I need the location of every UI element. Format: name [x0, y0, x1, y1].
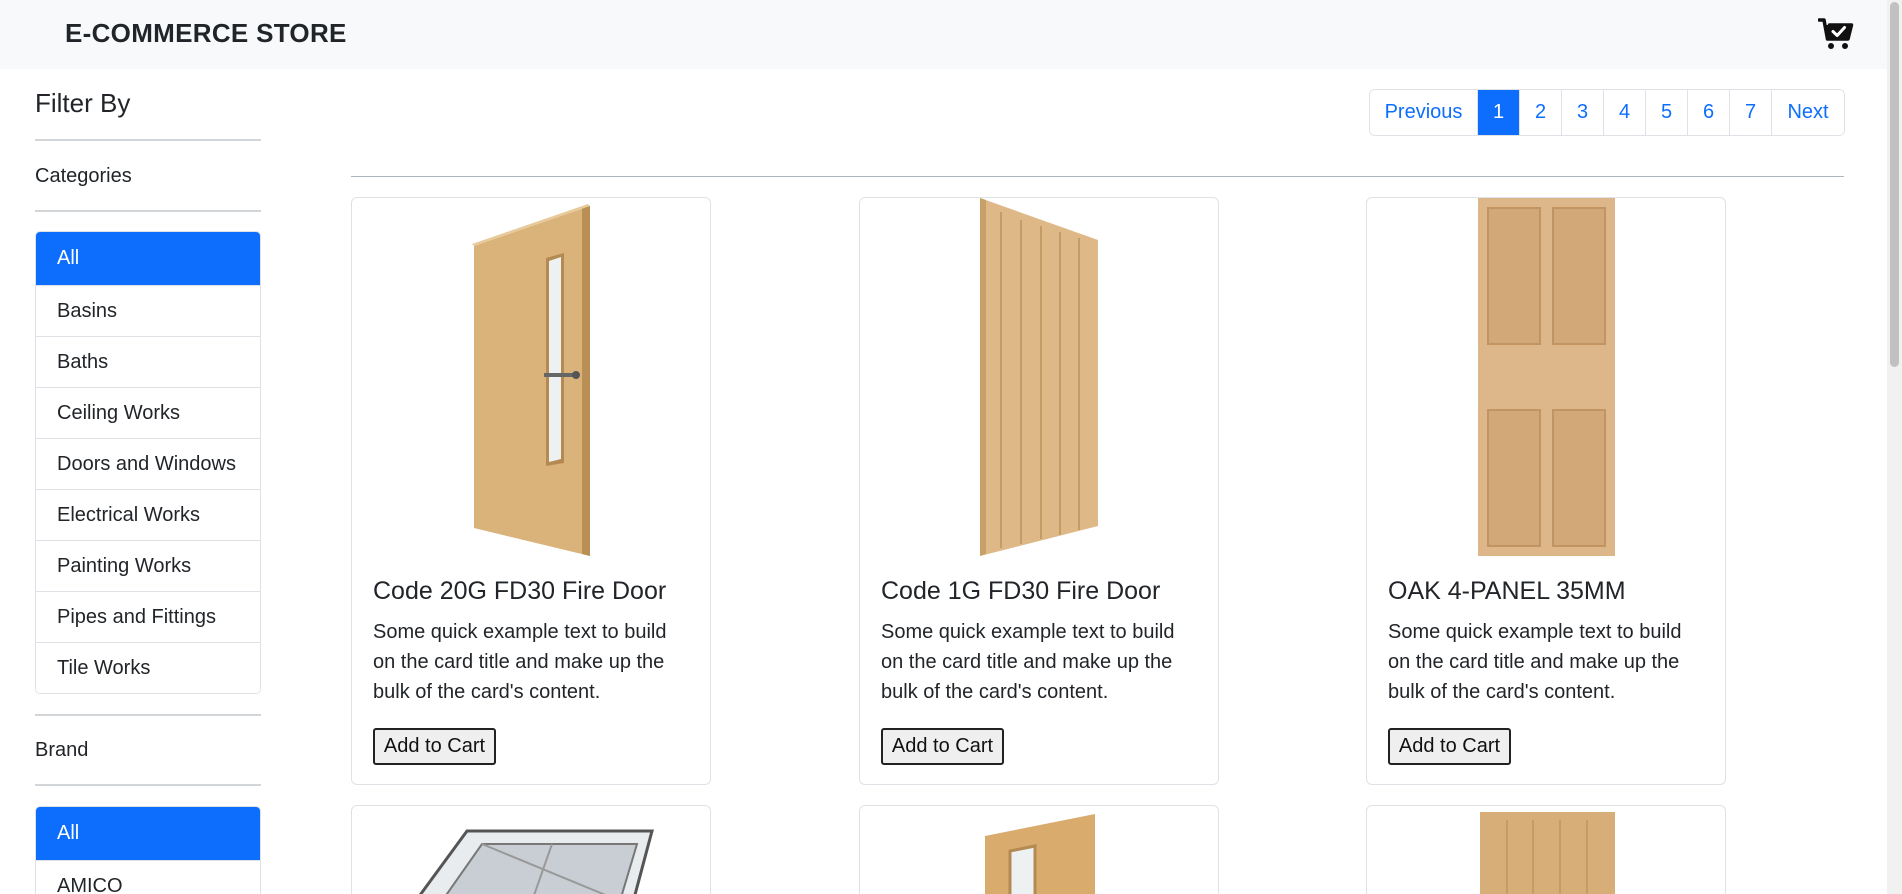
category-item-baths[interactable]: Baths	[36, 336, 260, 387]
category-list: All Basins Baths Ceiling Works Doors and…	[35, 231, 261, 694]
brand-heading: Brand	[35, 739, 89, 761]
category-item-electrical-works[interactable]: Electrical Works	[36, 489, 260, 540]
product-title: Code 20G FD30 Fire Door	[373, 577, 667, 605]
filter-title: Filter By	[35, 88, 131, 118]
pagination-page-3[interactable]: 3	[1561, 90, 1603, 135]
product-card	[1366, 805, 1726, 894]
category-item-painting-works[interactable]: Painting Works	[36, 540, 260, 591]
brand-name[interactable]: E-COMMERCE STORE	[65, 18, 347, 49]
oak-four-panel-door-image[interactable]	[1367, 198, 1725, 560]
category-item-ceiling-works[interactable]: Ceiling Works	[36, 387, 260, 438]
pagination-page-7[interactable]: 7	[1729, 90, 1771, 135]
pagination-page-5[interactable]: 5	[1645, 90, 1687, 135]
category-item-all[interactable]: All	[36, 232, 260, 285]
product-card: OAK 4-PANEL 35MM Some quick example text…	[1366, 197, 1726, 785]
pagination-page-2[interactable]: 2	[1519, 90, 1561, 135]
product-card	[351, 805, 711, 894]
add-to-cart-button[interactable]: Add to Cart	[881, 728, 1004, 765]
pagination-next[interactable]: Next	[1771, 90, 1844, 135]
product-title: OAK 4-PANEL 35MM	[1388, 577, 1626, 605]
oak-door-glazed-image[interactable]	[352, 198, 710, 560]
roof-window-image[interactable]	[352, 806, 710, 894]
divider	[35, 139, 261, 141]
brand-list: All AMICO	[35, 806, 261, 894]
scrollbar-thumb[interactable]	[1890, 2, 1899, 367]
oak-panel-door-image[interactable]	[1367, 806, 1725, 894]
category-item-pipes-and-fittings[interactable]: Pipes and Fittings	[36, 591, 260, 642]
product-card: Code 1G FD30 Fire Door Some quick exampl…	[859, 197, 1219, 785]
category-item-tile-works[interactable]: Tile Works	[36, 642, 260, 693]
pagination-page-6[interactable]: 6	[1687, 90, 1729, 135]
divider	[351, 176, 1844, 177]
divider	[35, 210, 261, 212]
page-scrollbar[interactable]	[1887, 0, 1902, 894]
navbar: E-COMMERCE STORE	[0, 0, 1902, 69]
product-description: Some quick example text to build on the …	[373, 621, 667, 703]
pagination-page-1[interactable]: 1	[1477, 90, 1519, 135]
brand-item-all[interactable]: All	[36, 807, 260, 860]
cart-check-icon[interactable]	[1817, 16, 1854, 52]
pagination-page-4[interactable]: 4	[1603, 90, 1645, 135]
oak-door-vertical-panels-image[interactable]	[860, 198, 1218, 560]
categories-heading: Categories	[35, 165, 132, 187]
add-to-cart-button[interactable]: Add to Cart	[1388, 728, 1511, 765]
add-to-cart-button[interactable]: Add to Cart	[373, 728, 496, 765]
product-description: Some quick example text to build on the …	[881, 621, 1175, 703]
divider	[35, 784, 261, 786]
oak-glazed-door-image[interactable]	[860, 806, 1218, 894]
product-description: Some quick example text to build on the …	[1388, 621, 1682, 703]
category-item-basins[interactable]: Basins	[36, 285, 260, 336]
product-card	[859, 805, 1219, 894]
brand-item-amico[interactable]: AMICO	[36, 860, 260, 894]
category-item-doors-and-windows[interactable]: Doors and Windows	[36, 438, 260, 489]
pagination-previous[interactable]: Previous	[1370, 90, 1477, 135]
product-title: Code 1G FD30 Fire Door	[881, 577, 1161, 605]
product-card: Code 20G FD30 Fire Door Some quick examp…	[351, 197, 711, 785]
pagination: Previous 1 2 3 4 5 6 7 Next	[1369, 89, 1845, 136]
divider	[35, 714, 261, 716]
